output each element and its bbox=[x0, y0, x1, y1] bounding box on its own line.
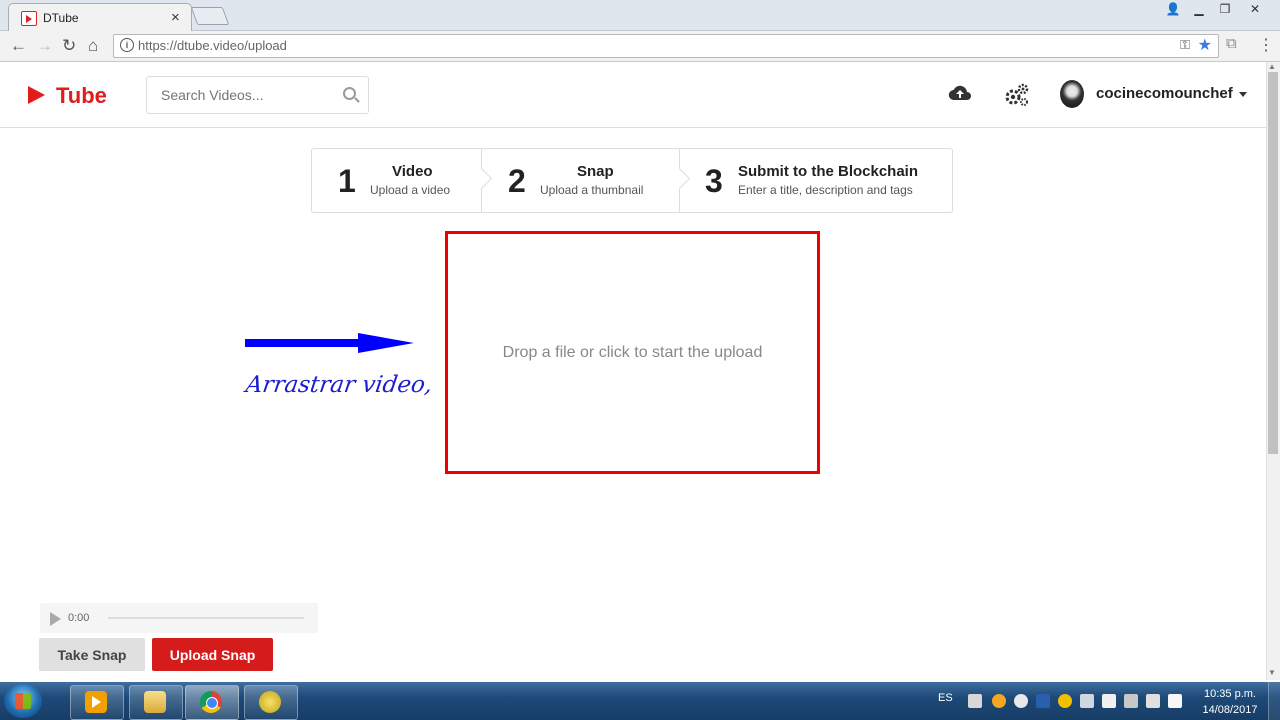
step-description: Enter a title, description and tags bbox=[738, 183, 913, 197]
search-icon[interactable] bbox=[343, 87, 356, 100]
volume-icon[interactable] bbox=[968, 694, 982, 708]
tray-app-icon[interactable] bbox=[1036, 694, 1050, 708]
tray-app-icon[interactable] bbox=[1014, 694, 1028, 708]
bookmark-star-icon[interactable]: ★ bbox=[1198, 35, 1212, 55]
chrome-icon bbox=[200, 691, 222, 713]
taskbar-file-explorer[interactable] bbox=[129, 685, 183, 720]
reload-icon[interactable]: ↻ bbox=[62, 36, 76, 56]
key-icon[interactable]: ⚿ bbox=[1180, 37, 1190, 53]
start-button[interactable] bbox=[4, 684, 42, 718]
cloud-upload-icon[interactable] bbox=[948, 82, 972, 106]
scroll-up-icon[interactable]: ▲ bbox=[1268, 62, 1276, 71]
chevron-down-icon[interactable] bbox=[1239, 92, 1247, 97]
home-icon[interactable]: ⌂ bbox=[88, 36, 98, 56]
browser-menu-icon[interactable]: ⋮ bbox=[1258, 35, 1274, 55]
language-indicator[interactable]: ES bbox=[938, 692, 953, 704]
search-box[interactable] bbox=[146, 76, 369, 114]
folder-icon bbox=[144, 691, 166, 713]
url-text[interactable]: https://dtube.video/upload bbox=[138, 38, 287, 53]
tray-app-icon[interactable] bbox=[992, 694, 1006, 708]
dtube-logo-icon[interactable] bbox=[28, 86, 45, 104]
tab-close-icon[interactable]: × bbox=[171, 9, 180, 26]
window-close-icon[interactable]: ✕ bbox=[1238, 0, 1272, 18]
restore-icon[interactable]: ❐ bbox=[1212, 0, 1238, 18]
step-description: Upload a video bbox=[370, 183, 451, 197]
avatar[interactable] bbox=[1060, 80, 1084, 108]
media-player-icon bbox=[85, 691, 107, 713]
tray-app-icon[interactable] bbox=[1102, 694, 1116, 708]
site-logo[interactable]: Tube bbox=[56, 83, 107, 109]
scrollbar-thumb[interactable] bbox=[1268, 72, 1278, 454]
annotation-arrow-icon bbox=[358, 333, 414, 353]
tab-strip bbox=[0, 0, 1280, 31]
step-video[interactable]: 1 Video Upload a video bbox=[312, 149, 482, 212]
profile-icon[interactable]: 👤 bbox=[1160, 0, 1186, 18]
show-desktop-button[interactable] bbox=[1268, 682, 1280, 720]
taskbar-chrome[interactable] bbox=[185, 685, 239, 720]
step-description: Upload a thumbnail bbox=[540, 183, 644, 197]
address-bar[interactable]: i https://dtube.video/upload ⚿ ★ bbox=[113, 34, 1219, 58]
play-icon[interactable] bbox=[50, 612, 61, 626]
tray-app-icon[interactable] bbox=[1146, 694, 1160, 708]
info-icon[interactable]: i bbox=[120, 38, 134, 52]
tray-app-icon[interactable] bbox=[1080, 694, 1094, 708]
clock-date[interactable]: 14/08/2017 bbox=[1200, 704, 1260, 716]
annotation-text: Arrastrar video, bbox=[244, 372, 435, 398]
clock-time[interactable]: 10:35 p.m. bbox=[1200, 688, 1260, 700]
tab-title: DTube bbox=[43, 11, 79, 25]
network-icon[interactable] bbox=[1124, 694, 1138, 708]
step-number: 2 bbox=[508, 163, 526, 199]
extension-icon[interactable]: ⧉ bbox=[1226, 35, 1237, 52]
action-center-icon[interactable] bbox=[1168, 694, 1182, 708]
app-icon bbox=[259, 691, 281, 713]
annotation-arrow-shaft bbox=[245, 339, 361, 347]
new-tab-button[interactable] bbox=[190, 7, 230, 25]
taskbar-app[interactable] bbox=[244, 685, 298, 720]
browser-tab[interactable]: DTube × bbox=[8, 3, 192, 31]
step-number: 3 bbox=[705, 163, 723, 199]
player-time: 0:00 bbox=[68, 612, 90, 624]
step-number: 1 bbox=[338, 163, 356, 199]
video-player[interactable]: 0:00 bbox=[40, 603, 318, 633]
taskbar-media-player[interactable] bbox=[70, 685, 124, 720]
settings-gears-icon[interactable] bbox=[1004, 82, 1030, 108]
dtube-favicon-icon bbox=[21, 11, 37, 26]
upload-dropzone[interactable]: Drop a file or click to start the upload bbox=[445, 231, 820, 474]
browser-toolbar: ← → ↻ ⌂ i https://dtube.video/upload ⚿ ★ bbox=[0, 31, 1280, 62]
minimize-icon[interactable]: ▁ bbox=[1186, 0, 1212, 18]
step-snap[interactable]: 2 Snap Upload a thumbnail bbox=[483, 149, 679, 212]
tray-app-icon[interactable] bbox=[1058, 694, 1072, 708]
step-submit[interactable]: 3 Submit to the Blockchain Enter a title… bbox=[681, 149, 951, 212]
step-title: Video bbox=[392, 163, 433, 180]
step-title: Submit to the Blockchain bbox=[738, 163, 919, 180]
search-input[interactable] bbox=[161, 87, 331, 103]
upload-snap-button[interactable]: Upload Snap bbox=[152, 638, 273, 671]
forward-icon[interactable]: → bbox=[36, 36, 53, 56]
scroll-down-icon[interactable]: ▼ bbox=[1268, 668, 1276, 677]
step-title: Snap bbox=[577, 163, 614, 180]
username[interactable]: cocinecomounchef bbox=[1096, 85, 1233, 102]
dropzone-text: Drop a file or click to start the upload bbox=[502, 344, 763, 361]
take-snap-button[interactable]: Take Snap bbox=[39, 638, 145, 671]
upload-steps: 1 Video Upload a video 2 Snap Upload a t… bbox=[311, 148, 953, 213]
back-icon[interactable]: ← bbox=[10, 36, 27, 56]
player-progress-bar[interactable] bbox=[108, 617, 304, 619]
